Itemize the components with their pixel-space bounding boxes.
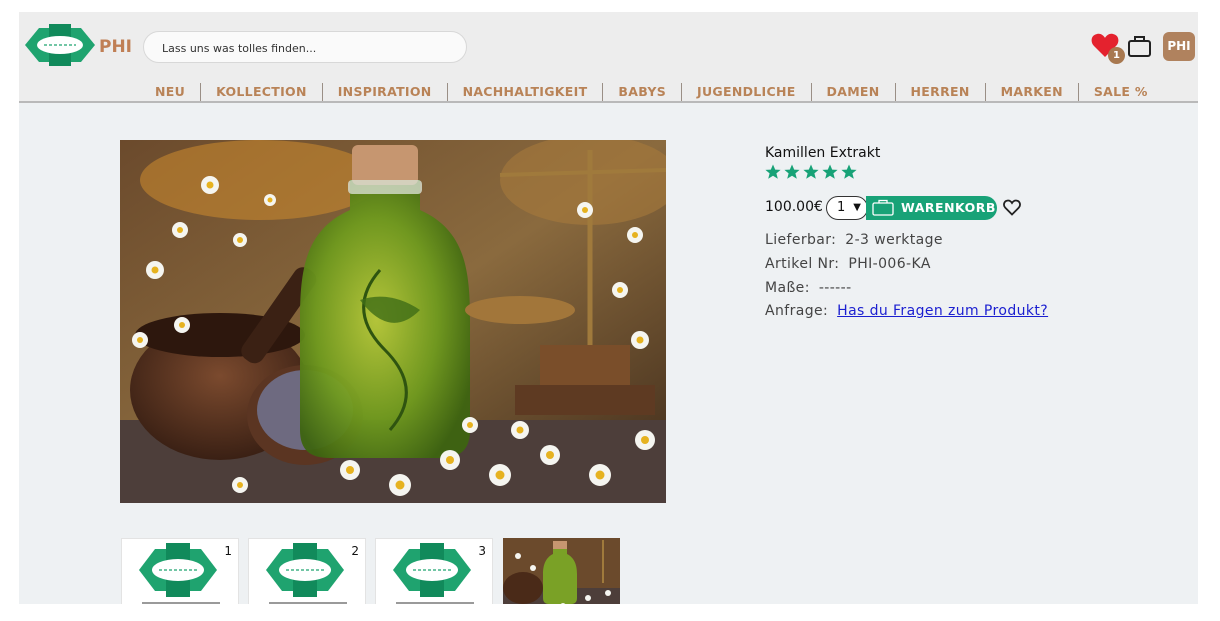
nav-item-nachhaltigkeit[interactable]: NACHHALTIGKEIT bbox=[446, 83, 603, 101]
brand-logo bbox=[139, 543, 217, 597]
add-to-cart-label: WARENKORB bbox=[901, 200, 996, 215]
star-icon bbox=[803, 164, 819, 179]
delivery-info: Lieferbar: 2-3 werktage bbox=[765, 232, 943, 248]
dimensions-label: Maße: bbox=[765, 280, 810, 296]
inquiry-label: Anfrage: bbox=[765, 303, 829, 319]
nav-item-babys[interactable]: BABYS bbox=[602, 83, 681, 101]
article-value: PHI-006-KA bbox=[848, 256, 931, 272]
brand-logo bbox=[266, 543, 344, 597]
thumbnail-2[interactable]: 2 bbox=[248, 538, 366, 604]
nav-item-inspiration[interactable]: INSPIRATION bbox=[321, 83, 447, 101]
star-icon bbox=[822, 164, 838, 179]
nav-item-sale[interactable]: SALE % bbox=[1077, 83, 1163, 101]
dimensions-value: ------ bbox=[818, 280, 852, 296]
fine-print-line bbox=[142, 602, 220, 604]
wishlist-count-badge: 1 bbox=[1108, 47, 1125, 64]
thumbnail-3[interactable]: 3 bbox=[375, 538, 493, 604]
article-info: Artikel Nr: PHI-006-KA bbox=[765, 256, 931, 272]
fine-print-line bbox=[269, 602, 347, 604]
fine-print-line bbox=[396, 602, 474, 604]
brand-name[interactable]: PHI bbox=[99, 37, 132, 57]
search-bar[interactable] bbox=[143, 31, 467, 63]
quantity-select[interactable]: 1 ▼ bbox=[826, 196, 868, 220]
search-input[interactable] bbox=[162, 39, 452, 57]
chevron-down-icon: ▼ bbox=[853, 202, 861, 213]
thumbnail-number: 1 bbox=[224, 544, 232, 558]
shopping-bag-icon[interactable] bbox=[1127, 34, 1152, 58]
delivery-value: 2-3 werktage bbox=[845, 232, 943, 248]
nav-item-kollection[interactable]: KOLLECTION bbox=[200, 83, 322, 101]
inquiry-info: Anfrage: Has du Fragen zum Produkt? bbox=[765, 303, 1048, 319]
brand-logo bbox=[393, 543, 471, 597]
thumbnail-number: 3 bbox=[478, 544, 486, 558]
site-header: PHI 1 PHI NEU KOLLECTION INSPIRATION NAC… bbox=[19, 12, 1198, 103]
user-avatar[interactable]: PHI bbox=[1163, 32, 1195, 61]
delivery-label: Lieferbar: bbox=[765, 232, 837, 248]
thumbnail-1[interactable]: 1 bbox=[121, 538, 239, 604]
article-label: Artikel Nr: bbox=[765, 256, 840, 272]
nav-item-marken[interactable]: MARKEN bbox=[984, 83, 1078, 101]
nav-item-jugendliche[interactable]: JUGENDLICHE bbox=[681, 83, 811, 101]
brand-logo[interactable] bbox=[25, 24, 95, 66]
product-price: 100.00€ bbox=[765, 199, 823, 215]
add-to-cart-button[interactable]: WARENKORB bbox=[866, 196, 997, 220]
thumbnail-4-photo[interactable] bbox=[503, 538, 620, 604]
product-rating bbox=[765, 164, 857, 180]
star-icon bbox=[841, 164, 857, 179]
star-icon bbox=[765, 164, 781, 179]
thumbnail-number: 2 bbox=[351, 544, 359, 558]
page-frame: PHI 1 PHI NEU KOLLECTION INSPIRATION NAC… bbox=[19, 12, 1198, 604]
heart-outline-icon[interactable] bbox=[1003, 199, 1021, 216]
product-main-image[interactable] bbox=[120, 140, 666, 503]
nav-item-damen[interactable]: DAMEN bbox=[810, 83, 895, 101]
shopping-bag-icon bbox=[872, 199, 894, 216]
quantity-value: 1 bbox=[837, 200, 846, 215]
nav-item-herren[interactable]: HERREN bbox=[894, 83, 985, 101]
dimensions-info: Maße: ------ bbox=[765, 280, 852, 296]
inquiry-link[interactable]: Has du Fragen zum Produkt? bbox=[837, 303, 1048, 319]
nav-item-neu[interactable]: NEU bbox=[140, 83, 200, 101]
star-icon bbox=[784, 164, 800, 179]
main-navigation: NEU KOLLECTION INSPIRATION NACHHALTIGKEI… bbox=[140, 83, 1163, 101]
product-title: Kamillen Extrakt bbox=[765, 145, 881, 161]
